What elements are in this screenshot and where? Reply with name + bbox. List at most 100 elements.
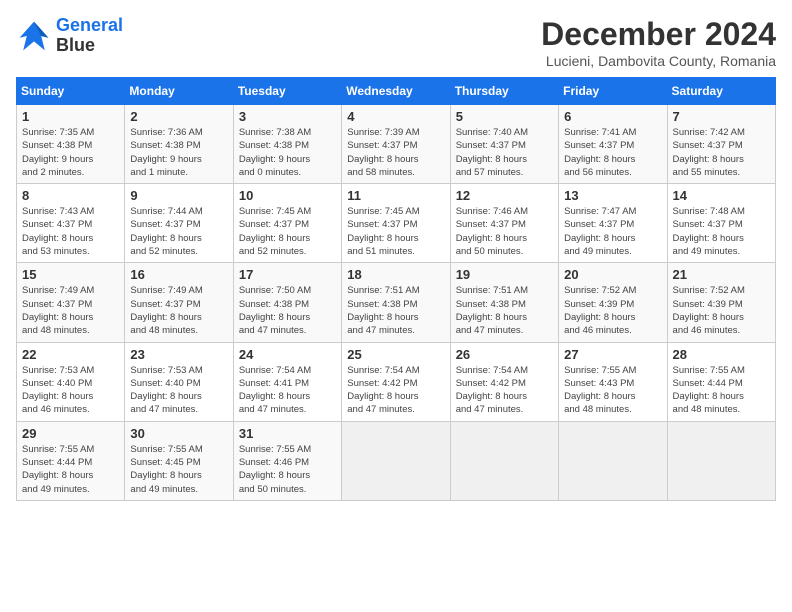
day-number: 27 [564,347,661,362]
calendar-cell: 31 Sunrise: 7:55 AM Sunset: 4:46 PM Dayli… [233,421,341,500]
column-header-monday: Monday [125,78,233,105]
calendar-table: SundayMondayTuesdayWednesdayThursdayFrid… [16,77,776,501]
column-header-thursday: Thursday [450,78,558,105]
day-number: 1 [22,109,119,124]
calendar-cell: 20 Sunrise: 7:52 AM Sunset: 4:39 PM Dayli… [559,263,667,342]
day-number: 31 [239,426,336,441]
calendar-cell: 1 Sunrise: 7:35 AM Sunset: 4:38 PM Daylig… [17,105,125,184]
title-block: December 2024 Lucieni, Dambovita County,… [541,16,776,69]
day-info: Sunrise: 7:52 AM Sunset: 4:39 PM Dayligh… [564,284,661,337]
day-number: 6 [564,109,661,124]
calendar-cell: 22Sunrise: 7:53 AM Sunset: 4:40 PM Dayli… [17,342,125,421]
calendar-week-1: 1 Sunrise: 7:35 AM Sunset: 4:38 PM Daylig… [17,105,776,184]
day-number: 30 [130,426,227,441]
day-number: 15 [22,267,119,282]
column-header-tuesday: Tuesday [233,78,341,105]
day-number: 25 [347,347,444,362]
calendar-cell: 4 Sunrise: 7:39 AM Sunset: 4:37 PM Daylig… [342,105,450,184]
day-info: Sunrise: 7:55 AM Sunset: 4:44 PM Dayligh… [22,443,119,496]
day-info: Sunrise: 7:55 AM Sunset: 4:43 PM Dayligh… [564,364,661,417]
day-info: Sunrise: 7:51 AM Sunset: 4:38 PM Dayligh… [347,284,444,337]
calendar-cell: 23 Sunrise: 7:53 AM Sunset: 4:40 PM Dayli… [125,342,233,421]
day-info: Sunrise: 7:54 AM Sunset: 4:42 PM Dayligh… [456,364,553,417]
day-number: 13 [564,188,661,203]
day-info: Sunrise: 7:38 AM Sunset: 4:38 PM Dayligh… [239,126,336,179]
calendar-cell: 3 Sunrise: 7:38 AM Sunset: 4:38 PM Daylig… [233,105,341,184]
calendar-subtitle: Lucieni, Dambovita County, Romania [541,53,776,69]
day-info: Sunrise: 7:50 AM Sunset: 4:38 PM Dayligh… [239,284,336,337]
calendar-cell: 18 Sunrise: 7:51 AM Sunset: 4:38 PM Dayli… [342,263,450,342]
day-info: Sunrise: 7:52 AM Sunset: 4:39 PM Dayligh… [673,284,770,337]
day-number: 21 [673,267,770,282]
calendar-cell: 28Sunrise: 7:55 AM Sunset: 4:44 PM Dayli… [667,342,775,421]
calendar-cell: 12 Sunrise: 7:46 AM Sunset: 4:37 PM Dayli… [450,184,558,263]
calendar-cell: 16 Sunrise: 7:49 AM Sunset: 4:37 PM Dayli… [125,263,233,342]
day-info: Sunrise: 7:45 AM Sunset: 4:37 PM Dayligh… [239,205,336,258]
day-number: 11 [347,188,444,203]
day-number: 8 [22,188,119,203]
day-info: Sunrise: 7:48 AM Sunset: 4:37 PM Dayligh… [673,205,770,258]
day-number: 14 [673,188,770,203]
day-number: 7 [673,109,770,124]
calendar-week-2: 8 Sunrise: 7:43 AM Sunset: 4:37 PM Daylig… [17,184,776,263]
day-info: Sunrise: 7:43 AM Sunset: 4:37 PM Dayligh… [22,205,119,258]
day-info: Sunrise: 7:53 AM Sunset: 4:40 PM Dayligh… [22,364,119,417]
calendar-cell: 13 Sunrise: 7:47 AM Sunset: 4:37 PM Dayli… [559,184,667,263]
day-number: 4 [347,109,444,124]
calendar-cell: 8 Sunrise: 7:43 AM Sunset: 4:37 PM Daylig… [17,184,125,263]
calendar-cell: 27 Sunrise: 7:55 AM Sunset: 4:43 PM Dayli… [559,342,667,421]
calendar-week-4: 22Sunrise: 7:53 AM Sunset: 4:40 PM Dayli… [17,342,776,421]
day-number: 5 [456,109,553,124]
day-info: Sunrise: 7:42 AM Sunset: 4:37 PM Dayligh… [673,126,770,179]
day-number: 9 [130,188,227,203]
day-number: 18 [347,267,444,282]
calendar-title: December 2024 [541,16,776,53]
day-info: Sunrise: 7:39 AM Sunset: 4:37 PM Dayligh… [347,126,444,179]
calendar-cell: 21 Sunrise: 7:52 AM Sunset: 4:39 PM Dayli… [667,263,775,342]
day-number: 10 [239,188,336,203]
page-header: General Blue December 2024 Lucieni, Damb… [16,16,776,69]
day-info: Sunrise: 7:55 AM Sunset: 4:46 PM Dayligh… [239,443,336,496]
day-info: Sunrise: 7:44 AM Sunset: 4:37 PM Dayligh… [130,205,227,258]
calendar-cell: 17 Sunrise: 7:50 AM Sunset: 4:38 PM Dayli… [233,263,341,342]
day-number: 12 [456,188,553,203]
calendar-header-row: SundayMondayTuesdayWednesdayThursdayFrid… [17,78,776,105]
calendar-cell: 7 Sunrise: 7:42 AM Sunset: 4:37 PM Daylig… [667,105,775,184]
column-header-saturday: Saturday [667,78,775,105]
day-info: Sunrise: 7:47 AM Sunset: 4:37 PM Dayligh… [564,205,661,258]
calendar-cell: 9 Sunrise: 7:44 AM Sunset: 4:37 PM Daylig… [125,184,233,263]
day-number: 26 [456,347,553,362]
day-info: Sunrise: 7:54 AM Sunset: 4:42 PM Dayligh… [347,364,444,417]
day-number: 24 [239,347,336,362]
day-info: Sunrise: 7:36 AM Sunset: 4:38 PM Dayligh… [130,126,227,179]
day-number: 16 [130,267,227,282]
day-info: Sunrise: 7:41 AM Sunset: 4:37 PM Dayligh… [564,126,661,179]
day-number: 23 [130,347,227,362]
day-info: Sunrise: 7:53 AM Sunset: 4:40 PM Dayligh… [130,364,227,417]
day-info: Sunrise: 7:55 AM Sunset: 4:44 PM Dayligh… [673,364,770,417]
day-info: Sunrise: 7:49 AM Sunset: 4:37 PM Dayligh… [22,284,119,337]
day-number: 19 [456,267,553,282]
day-info: Sunrise: 7:51 AM Sunset: 4:38 PM Dayligh… [456,284,553,337]
day-number: 3 [239,109,336,124]
day-number: 17 [239,267,336,282]
calendar-cell: 24Sunrise: 7:54 AM Sunset: 4:41 PM Dayli… [233,342,341,421]
calendar-cell: 30 Sunrise: 7:55 AM Sunset: 4:45 PM Dayli… [125,421,233,500]
column-header-friday: Friday [559,78,667,105]
calendar-cell [667,421,775,500]
day-info: Sunrise: 7:40 AM Sunset: 4:37 PM Dayligh… [456,126,553,179]
day-info: Sunrise: 7:49 AM Sunset: 4:37 PM Dayligh… [130,284,227,337]
day-info: Sunrise: 7:55 AM Sunset: 4:45 PM Dayligh… [130,443,227,496]
calendar-cell: 11Sunrise: 7:45 AM Sunset: 4:37 PM Dayli… [342,184,450,263]
calendar-cell: 14 Sunrise: 7:48 AM Sunset: 4:37 PM Dayli… [667,184,775,263]
calendar-week-3: 15 Sunrise: 7:49 AM Sunset: 4:37 PM Dayli… [17,263,776,342]
calendar-cell: 29 Sunrise: 7:55 AM Sunset: 4:44 PM Dayli… [17,421,125,500]
logo-icon [16,18,52,54]
calendar-cell: 2Sunrise: 7:36 AM Sunset: 4:38 PM Daylig… [125,105,233,184]
day-number: 20 [564,267,661,282]
day-info: Sunrise: 7:46 AM Sunset: 4:37 PM Dayligh… [456,205,553,258]
day-info: Sunrise: 7:35 AM Sunset: 4:38 PM Dayligh… [22,126,119,179]
column-header-sunday: Sunday [17,78,125,105]
calendar-cell: 15 Sunrise: 7:49 AM Sunset: 4:37 PM Dayli… [17,263,125,342]
day-number: 29 [22,426,119,441]
